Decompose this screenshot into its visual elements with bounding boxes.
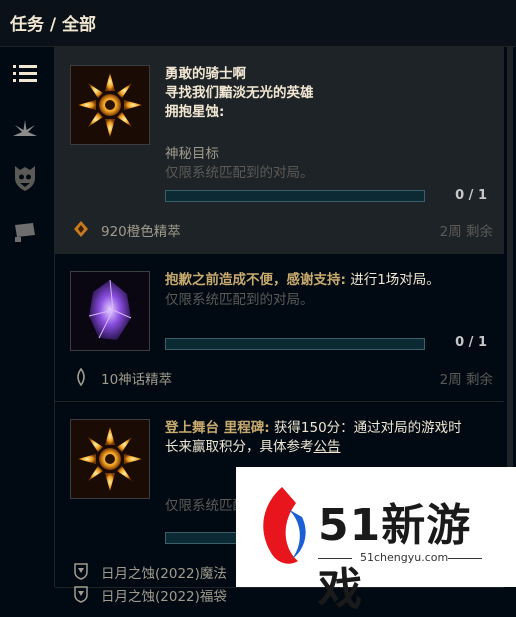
eclipse-sun-icon [70, 65, 150, 145]
quest-restriction: 仅限系统匹配到的对局。 [165, 165, 314, 181]
quest-restriction: 仅限系统匹配到的对局。 [165, 292, 314, 308]
sidebar [0, 47, 55, 587]
eclipse-sun-icon [70, 419, 150, 499]
shield-icon [73, 585, 89, 603]
reward-label: 日月之蚀(2022)福袋 [101, 589, 227, 605]
spark-icon[interactable] [12, 114, 38, 140]
reward-row: 920橙色精萃 2周 剩余 [73, 219, 493, 240]
quest-description: 勇敢的骑士啊 寻找我们黯淡无光的英雄 拥抱星蚀: [165, 66, 314, 120]
quest-card[interactable]: 抱歉之前造成不便，感谢支持: 进行1场对局。 仅限系统匹配到的对局。 0 / 1… [55, 254, 504, 402]
watermark-divider [448, 558, 482, 559]
shop-icon[interactable] [12, 219, 38, 245]
shield-icon [73, 562, 89, 580]
header-bar: 任务 / 全部 [0, 0, 516, 47]
mythic-essence-icon [73, 367, 89, 387]
watermark-logo-icon [263, 487, 306, 564]
quest-description: 抱歉之前造成不便，感谢支持: 进行1场对局。 [165, 272, 440, 288]
quest-objective: 神秘目标 [165, 146, 219, 162]
watermark-url: 51chengyu.com [360, 551, 449, 564]
orange-essence-icon [73, 220, 89, 238]
site-watermark: 51新游戏 51chengyu.com [236, 467, 516, 615]
reward-label: 10神话精萃 [101, 372, 173, 388]
quest-card[interactable]: 勇敢的骑士啊 寻找我们黯淡无光的英雄 拥抱星蚀: 神秘目标 仅限系统匹配到的对局… [55, 47, 504, 254]
announcement-link[interactable]: 公告 [314, 439, 341, 455]
watermark-divider [318, 558, 352, 559]
time-remaining: 2周 剩余 [439, 224, 493, 240]
progress-bar [165, 338, 425, 350]
page-title: 任务 / 全部 [10, 15, 97, 35]
progress-count: 0 / 1 [455, 335, 487, 350]
reward-label: 日月之蚀(2022)魔法 [101, 566, 227, 582]
mythic-essence-crystal-icon [70, 271, 150, 351]
progress-bar [165, 190, 425, 202]
reward-row: 10神话精萃 2周 剩余 [73, 367, 493, 388]
crest-icon[interactable] [12, 165, 38, 191]
time-remaining: 2周 剩余 [439, 372, 493, 388]
quest-description: 登上舞台 里程碑: 获得150分：通过对局的游戏时长来赢取积分，具体参考公告 [165, 420, 462, 455]
reward-label: 920橙色精萃 [101, 224, 181, 240]
progress-count: 0 / 1 [455, 188, 487, 203]
list-icon[interactable] [12, 61, 38, 87]
